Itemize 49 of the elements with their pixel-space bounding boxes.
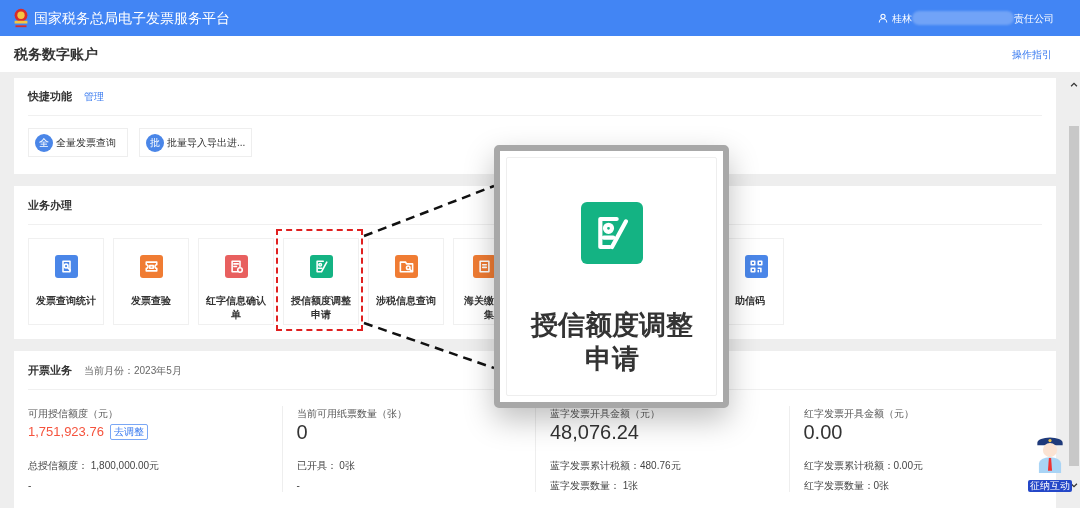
service-tile[interactable]: 发票查验	[113, 238, 189, 325]
tile-label: 发票查验	[131, 294, 171, 308]
scroll-down-icon	[1069, 480, 1079, 490]
shortcut-badge: 批	[146, 133, 164, 152]
tile-label: 发票查询统计	[36, 294, 96, 308]
scroll-thumb[interactable]	[1069, 126, 1079, 466]
stat-value: 48,076.24	[550, 420, 639, 444]
shortcut-button[interactable]: 批 批量导入导出进...	[139, 128, 253, 157]
stat-value: 0.00	[803, 420, 843, 444]
page-title: 税务数字账户	[14, 44, 98, 64]
stat-detail: -	[28, 479, 32, 493]
shortcut-button[interactable]: 全 全量发票查询	[28, 128, 128, 157]
tile-label: 助信码	[735, 294, 765, 308]
zoomed-tile-label: 授信额度调整 申请	[530, 309, 693, 376]
service-tile[interactable]: 红字信息确认 单	[198, 238, 274, 325]
company-name: 责任公司	[1014, 11, 1054, 26]
manage-link[interactable]: 管理	[84, 89, 104, 104]
stat-label: 红字发票开具金额（元）	[803, 407, 914, 420]
service-tile[interactable]: 涉税信息查询	[368, 238, 444, 325]
stat-label: 当前可用纸票数量（张）	[296, 407, 407, 420]
stat-detail: 红字发票数量：0张	[803, 479, 890, 493]
guide-link[interactable]: 操作指引	[1012, 46, 1052, 62]
user-name: 桂林	[892, 11, 912, 26]
tile-label: 海关缴 集	[464, 294, 494, 322]
section-title: 快捷功能	[28, 89, 72, 105]
section-title: 开票业务	[28, 362, 72, 378]
stat-value: 0	[296, 420, 308, 444]
service-tile[interactable]: 授信额度调整 申请	[283, 238, 359, 325]
mascot-badge[interactable]: 征纳互动	[1028, 480, 1072, 492]
stat-value: 1,751,923.76	[28, 423, 104, 441]
user-icon	[878, 13, 888, 23]
stat-detail: 蓝字发票累计税额：480.76元	[550, 459, 681, 473]
tile-label: 涉税信息查询	[376, 294, 436, 308]
tile-label: 红字信息确认 单	[206, 294, 266, 322]
stat-detail: 红字发票累计税额：0.00元	[803, 459, 923, 473]
current-month: 当前月份：2023年5月	[84, 363, 182, 378]
shortcut-badge: 全	[35, 133, 53, 152]
tile-label: 授信额度调整 申请	[291, 294, 351, 322]
stat-label: 蓝字发票开具金额（元）	[550, 407, 660, 420]
stat-detail: 总授信额度： 1,800,000.00元	[28, 459, 160, 473]
service-tile[interactable]: 发票查询统计	[28, 238, 104, 325]
site-title: 国家税务总局电子发票服务平台	[34, 8, 230, 28]
stat-detail: -	[296, 479, 300, 493]
stat-label: 可用授信额度（元）	[28, 407, 118, 420]
stat-detail: 已开具： 0张	[296, 459, 355, 473]
section-title: 业务办理	[28, 197, 72, 213]
stat-detail: 蓝字发票数量： 1张	[550, 479, 639, 493]
scroll-up-icon	[1069, 80, 1079, 90]
adjust-button[interactable]: 去调整	[109, 424, 148, 440]
